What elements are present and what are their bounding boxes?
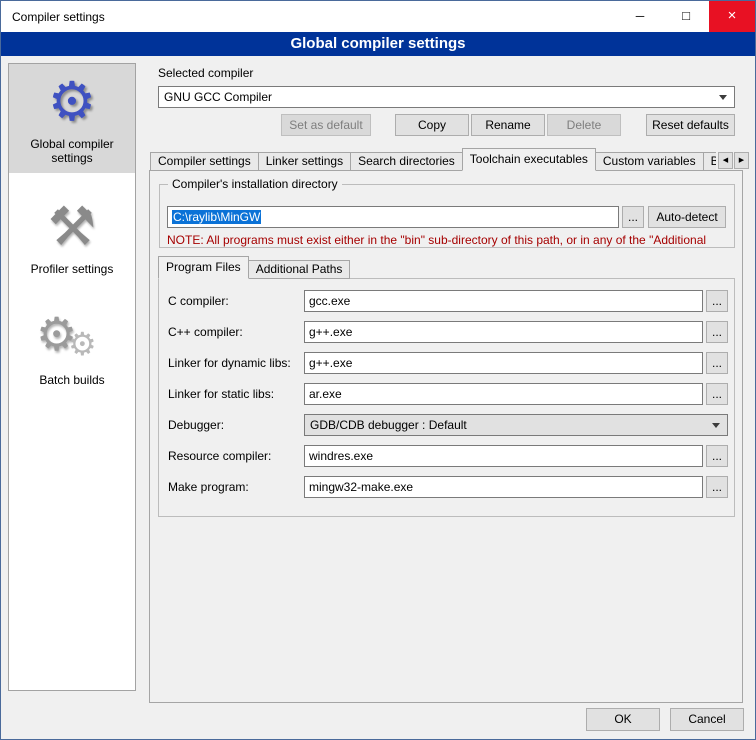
minimize-button[interactable]: ─ — [617, 1, 663, 32]
tab-additional-paths[interactable]: Additional Paths — [248, 260, 351, 279]
title-bar: Compiler settings ─ □ × — [1, 1, 755, 32]
sidebar-item-batch-builds[interactable]: ⚙ ⚙ Batch builds — [9, 300, 135, 395]
bin-subdirectory-note: NOTE: All programs must exist either in … — [167, 233, 735, 247]
close-icon: × — [728, 7, 737, 24]
tab-scroll-left-button[interactable]: ◀ — [718, 152, 733, 169]
resource-compiler-browse-button[interactable]: ... — [706, 445, 728, 467]
copy-button[interactable]: Copy — [395, 114, 469, 136]
ok-button[interactable]: OK — [586, 708, 660, 731]
tab-build-options[interactable]: Buil — [703, 152, 716, 171]
reset-defaults-button[interactable]: Reset defaults — [646, 114, 735, 136]
linker-dynamic-browse-button[interactable]: ... — [706, 352, 728, 374]
arrow-left-icon: ◀ — [723, 157, 728, 164]
tab-program-files[interactable]: Program Files — [158, 256, 249, 279]
installation-directory-group-title: Compiler's installation directory — [168, 177, 342, 191]
set-as-default-button[interactable]: Set as default — [281, 114, 371, 136]
compiler-gear-icon: ⚙ — [12, 70, 132, 134]
make-program-browse-button[interactable]: ... — [706, 476, 728, 498]
linker-dynamic-label: Linker for dynamic libs: — [168, 352, 291, 374]
window-title: Compiler settings — [12, 10, 105, 24]
tab-custom-variables[interactable]: Custom variables — [595, 152, 704, 171]
selected-compiler-select[interactable]: GNU GCC Compiler — [158, 86, 735, 108]
debugger-value: GDB/CDB debugger : Default — [310, 418, 467, 432]
resource-compiler-label: Resource compiler: — [168, 445, 271, 467]
sidebar-item-global-compiler-settings[interactable]: ⚙ Global compiler settings — [9, 64, 135, 173]
maximize-button[interactable]: □ — [663, 1, 709, 32]
sidebar-item-label: Global compiler settings — [12, 137, 132, 165]
program-files-tab-bar: Program Files Additional Paths — [158, 257, 349, 279]
settings-sidebar: ⚙ Global compiler settings ⚒ Profiler se… — [8, 63, 136, 691]
page-title: Global compiler settings — [1, 32, 755, 56]
close-button[interactable]: × — [709, 1, 755, 32]
chevron-down-icon — [719, 95, 727, 100]
cpp-compiler-label: C++ compiler: — [168, 321, 243, 343]
c-compiler-input[interactable]: gcc.exe — [304, 290, 703, 312]
tab-scroll-right-button[interactable]: ▶ — [734, 152, 749, 169]
tab-linker-settings[interactable]: Linker settings — [258, 152, 351, 171]
settings-tab-bar: Compiler settings Linker settings Search… — [150, 148, 716, 171]
rename-button[interactable]: Rename — [471, 114, 545, 136]
auto-detect-button[interactable]: Auto-detect — [648, 206, 726, 228]
sidebar-item-profiler-settings[interactable]: ⚒ Profiler settings — [9, 189, 135, 284]
debugger-select[interactable]: GDB/CDB debugger : Default — [304, 414, 728, 436]
linker-dynamic-input[interactable]: g++.exe — [304, 352, 703, 374]
tab-toolchain-executables[interactable]: Toolchain executables — [462, 148, 596, 171]
tab-compiler-settings[interactable]: Compiler settings — [150, 152, 259, 171]
cancel-button[interactable]: Cancel — [670, 708, 744, 731]
resource-compiler-input[interactable]: windres.exe — [304, 445, 703, 467]
installation-directory-browse-button[interactable]: ... — [622, 206, 644, 228]
maximize-icon: □ — [682, 8, 690, 23]
linker-static-browse-button[interactable]: ... — [706, 383, 728, 405]
selected-compiler-label: Selected compiler — [158, 66, 253, 80]
chevron-down-icon — [712, 423, 720, 428]
c-compiler-label: C compiler: — [168, 290, 229, 312]
c-compiler-browse-button[interactable]: ... — [706, 290, 728, 312]
make-program-label: Make program: — [168, 476, 249, 498]
linker-static-input[interactable]: ar.exe — [304, 383, 703, 405]
installation-directory-value: C:\raylib\MinGW — [172, 210, 261, 224]
sidebar-item-label: Profiler settings — [12, 262, 132, 276]
debugger-label: Debugger: — [168, 414, 224, 436]
minimize-icon: ─ — [636, 9, 645, 23]
compiler-settings-window: Compiler settings ─ □ × Global compiler … — [0, 0, 756, 740]
tab-search-directories[interactable]: Search directories — [350, 152, 463, 171]
delete-button[interactable]: Delete — [547, 114, 621, 136]
linker-static-label: Linker for static libs: — [168, 383, 274, 405]
cpp-compiler-input[interactable]: g++.exe — [304, 321, 703, 343]
installation-directory-input[interactable]: C:\raylib\MinGW — [167, 206, 619, 228]
profiler-tool-icon: ⚒ — [12, 195, 132, 259]
arrow-right-icon: ▶ — [739, 157, 744, 164]
selected-compiler-value: GNU GCC Compiler — [164, 90, 272, 104]
make-program-input[interactable]: mingw32-make.exe — [304, 476, 703, 498]
cpp-compiler-browse-button[interactable]: ... — [706, 321, 728, 343]
